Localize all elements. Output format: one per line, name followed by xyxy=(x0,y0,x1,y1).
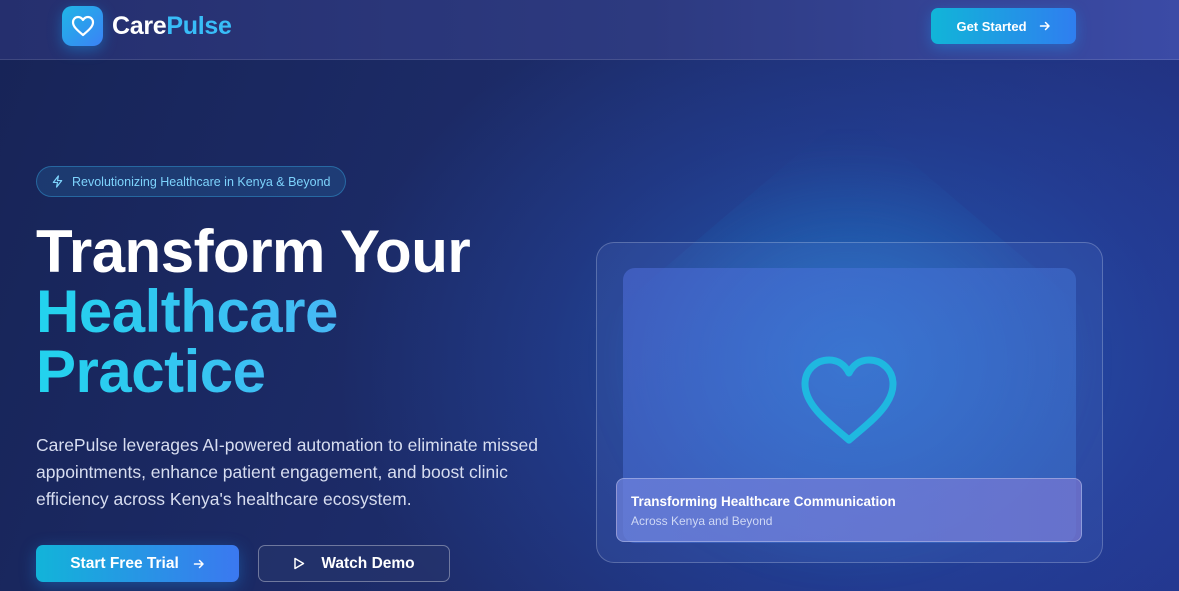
arrow-right-icon xyxy=(1039,21,1050,31)
play-icon xyxy=(294,557,305,570)
brand-name[interactable]: CarePulse xyxy=(112,12,232,41)
headline-line-2: Healthcare xyxy=(36,282,596,342)
brand-name-pulse: Pulse xyxy=(166,12,232,40)
brand-logo[interactable] xyxy=(62,6,103,46)
arrow-right-icon xyxy=(193,559,204,568)
hero-headline: Transform Your Healthcare Practice xyxy=(36,222,596,402)
announcement-badge: Revolutionizing Healthcare in Kenya & Be… xyxy=(36,166,346,197)
watch-demo-label: Watch Demo xyxy=(321,554,415,572)
hero-description: CarePulse leverages AI-powered automatio… xyxy=(36,435,538,509)
headline-line-3: Practice xyxy=(36,342,596,402)
brand-name-care: Care xyxy=(112,12,167,40)
get-started-button[interactable]: Get Started xyxy=(931,8,1076,44)
start-free-trial-button[interactable]: Start Free Trial xyxy=(36,545,239,582)
lightning-icon xyxy=(52,175,63,188)
watch-demo-button[interactable]: Watch Demo xyxy=(258,545,450,582)
landing-page: CarePulse Get Started Revolutionizing He… xyxy=(0,0,1179,591)
start-free-trial-label: Start Free Trial xyxy=(70,554,179,572)
top-navigation: CarePulse Get Started xyxy=(0,0,1179,60)
caption-subtitle: Across Kenya and Beyond xyxy=(631,514,773,528)
heart-icon xyxy=(801,356,897,444)
headline-line-1: Transform Your xyxy=(36,218,471,285)
badge-text: Revolutionizing Healthcare in Kenya & Be… xyxy=(72,174,331,189)
card-caption: Transforming Healthcare Communication Ac… xyxy=(616,478,1082,542)
caption-title: Transforming Healthcare Communication xyxy=(631,494,896,509)
heart-icon xyxy=(71,15,94,37)
get-started-label: Get Started xyxy=(956,18,1027,34)
